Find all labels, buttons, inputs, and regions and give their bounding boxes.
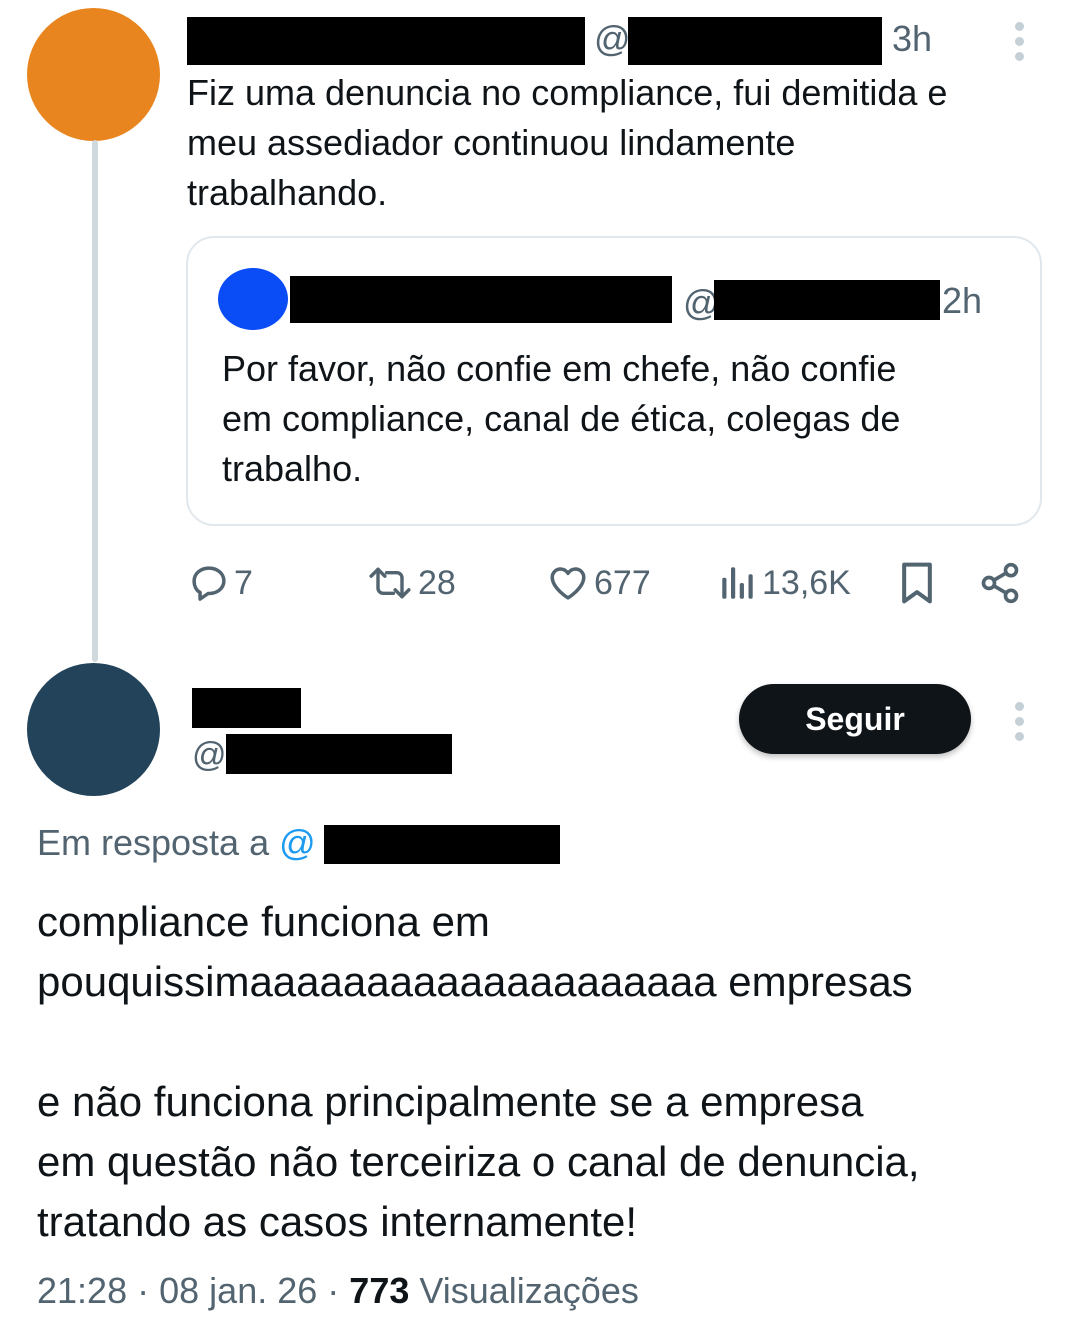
- replying-to-prefix: Em resposta a: [37, 822, 280, 863]
- reply-text: compliance funciona em pouquissimaaaaaaa…: [37, 898, 920, 1245]
- analytics-bars-icon: [718, 562, 758, 604]
- retweet-button[interactable]: 28: [366, 560, 456, 606]
- more-options-icon[interactable]: [1015, 702, 1027, 747]
- tweet-meta: 21:28 · 08 jan. 26 · 773 Visualizações: [37, 1270, 639, 1312]
- quoted-author-avatar: [218, 268, 288, 330]
- quoted-tweet-text: Por favor, não confie em chefe, não conf…: [222, 348, 901, 489]
- like-count: 677: [594, 563, 651, 602]
- redacted-replying-to-handle: [324, 825, 560, 864]
- like-button[interactable]: 677: [546, 560, 651, 606]
- replying-to-link[interactable]: @: [279, 822, 316, 863]
- views-total: 773: [349, 1270, 410, 1311]
- redacted-display-name: [187, 17, 585, 65]
- tweet-text: Fiz uma denuncia no compliance, fui demi…: [187, 72, 948, 213]
- replier-avatar[interactable]: [27, 663, 160, 796]
- redacted-replier-handle: [226, 734, 452, 774]
- handle-at-symbol: @: [594, 18, 631, 59]
- follow-button[interactable]: Seguir: [739, 684, 971, 754]
- meta-separator: ·: [137, 1270, 150, 1311]
- reply-icon: [188, 562, 230, 604]
- tweet-time[interactable]: 3h: [892, 18, 932, 60]
- thread-line: [92, 140, 98, 662]
- more-options-icon[interactable]: [1015, 22, 1027, 67]
- retweet-icon: [366, 562, 414, 604]
- share-icon: [978, 561, 1022, 605]
- redacted-replier-name: [192, 688, 301, 728]
- retweet-count: 28: [418, 563, 456, 602]
- bookmark-icon: [898, 561, 936, 605]
- share-button[interactable]: [978, 560, 1022, 606]
- tweet-timestamp[interactable]: 21:28: [37, 1270, 127, 1311]
- reply-button[interactable]: 7: [188, 560, 253, 606]
- quoted-tweet-time: 2h: [942, 280, 983, 321]
- tweet-date[interactable]: 08 jan. 26: [159, 1270, 317, 1311]
- bookmark-button[interactable]: [898, 560, 936, 606]
- replier-handle-at-symbol: @: [192, 736, 227, 774]
- views-label: Visualizações: [419, 1270, 639, 1311]
- heart-icon: [546, 562, 590, 604]
- author-avatar[interactable]: [27, 8, 160, 141]
- views-count: 13,6K: [762, 563, 851, 602]
- redacted-quoted-handle: [714, 280, 940, 320]
- views-button[interactable]: 13,6K: [718, 560, 851, 606]
- reply-count: 7: [234, 563, 253, 602]
- replying-to: Em resposta a @: [37, 822, 316, 864]
- redacted-quoted-name: [290, 276, 672, 323]
- meta-separator: ·: [327, 1270, 340, 1311]
- redacted-handle: [628, 17, 882, 65]
